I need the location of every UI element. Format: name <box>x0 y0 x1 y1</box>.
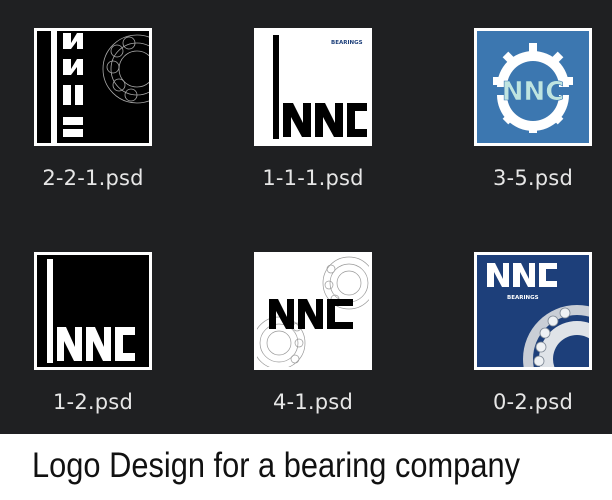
logo-nnc-navy-bearing-image: BEARINGS <box>477 255 589 367</box>
brand-text: NNC <box>502 77 565 107</box>
caption-bar: Logo Design for a bearing company <box>0 434 612 500</box>
file-tile[interactable]: 4-1.psd <box>220 252 410 452</box>
file-name[interactable]: 3-5.psd <box>440 166 612 190</box>
file-name[interactable]: 2-2-1.psd <box>0 166 186 190</box>
file-tile[interactable]: BEARINGS 1-1-1.psd <box>220 28 410 228</box>
logo-vertical-nnc-image <box>37 31 149 143</box>
file-thumbnail[interactable]: BEARINGS <box>474 252 592 370</box>
brand-subtext: BEARINGS <box>331 40 363 46</box>
file-thumbnail[interactable] <box>34 252 152 370</box>
file-tile[interactable]: 1-2.psd <box>0 252 190 452</box>
logo-nnc-bearing-sketch-image <box>257 255 369 367</box>
file-thumbnail[interactable] <box>34 28 152 146</box>
file-name[interactable]: 1-1-1.psd <box>220 166 406 190</box>
file-thumbnail[interactable] <box>254 252 372 370</box>
file-name[interactable]: 0-2.psd <box>440 390 612 414</box>
file-tile[interactable]: NNC 3-5.psd <box>440 28 612 228</box>
file-tile[interactable]: BEARINGS 0-2.psd <box>440 252 612 452</box>
file-name[interactable]: 4-1.psd <box>220 390 406 414</box>
file-thumbnail[interactable]: BEARINGS <box>254 28 372 146</box>
file-thumbnail[interactable]: NNC <box>474 28 592 146</box>
page-caption: Logo Design for a bearing company <box>32 446 520 485</box>
logo-nnc-black-image <box>37 255 149 367</box>
file-browser: 2-2-1.psd BEARINGS 1-1-1.psd NNC 3-5.psd… <box>0 0 612 434</box>
file-tile[interactable]: 2-2-1.psd <box>0 28 190 228</box>
logo-nnc-bearings-image: BEARINGS <box>257 31 369 143</box>
file-name[interactable]: 1-2.psd <box>0 390 186 414</box>
brand-subtext: BEARINGS <box>507 295 539 301</box>
logo-gear-nnc-image: NNC <box>477 31 589 143</box>
